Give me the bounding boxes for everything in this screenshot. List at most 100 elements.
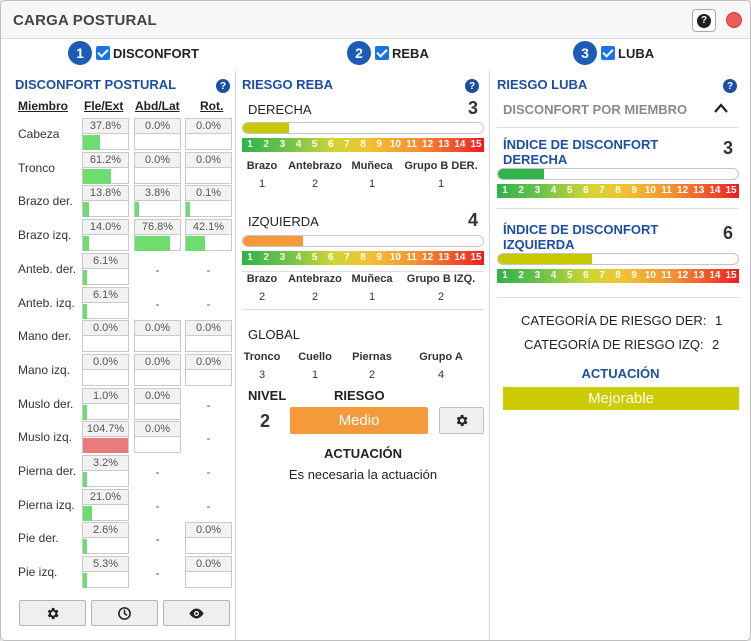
- abd-value: 0.0%: [135, 119, 180, 134]
- clock-icon: [118, 606, 131, 620]
- gear-icon: [456, 414, 468, 427]
- close-button[interactable]: [726, 12, 742, 28]
- abd-value: 3.8%: [135, 186, 180, 202]
- scale-tick: 15: [725, 270, 737, 281]
- row-label: Brazo izq.: [18, 228, 72, 243]
- scale-tick: 3: [534, 270, 541, 281]
- step-selector: 1 DISCONFORT 2 REBA 3 LUBA: [1, 39, 750, 67]
- fle-bar: [83, 505, 93, 521]
- fle-cell: 13.8%: [82, 185, 129, 218]
- fle-cell: 5.3%: [82, 556, 129, 589]
- rot-value: 0.0%: [186, 321, 231, 337]
- luba-izq-title-2: IZQUIERDA: [503, 237, 575, 252]
- luba-izq-title: ÍNDICE DE DISCONFORT IZQUIERDA: [503, 222, 658, 252]
- abd-value: 0.0%: [135, 152, 180, 168]
- abd-value: 0.0%: [135, 422, 180, 438]
- riesgo-value: Medio: [290, 407, 428, 434]
- fle-bar: [83, 539, 87, 555]
- luba-izq-bar: [497, 253, 739, 265]
- row-label: Mano izq.: [18, 362, 71, 377]
- help-button[interactable]: ?: [692, 9, 716, 32]
- reba-izquierda-fill: [243, 236, 303, 246]
- reba-derecha-fill: [243, 123, 289, 133]
- table-col-label: Grupo B DER.: [404, 160, 478, 172]
- history-button[interactable]: [91, 600, 158, 626]
- empty-abd-cell: -: [155, 532, 160, 547]
- fle-value: 5.3%: [83, 557, 128, 573]
- scale-tick: 12: [422, 139, 434, 150]
- step-label-luba: LUBA: [618, 45, 655, 61]
- disconfort-checkbox[interactable]: [96, 46, 110, 60]
- step-disconfort[interactable]: 1 DISCONFORT: [68, 41, 199, 65]
- scale-tick: 14: [454, 252, 466, 263]
- luba-checkbox[interactable]: [601, 46, 615, 60]
- scale-tick: 4: [550, 270, 557, 281]
- settings-button[interactable]: [19, 600, 86, 626]
- scale-tick: 13: [438, 252, 450, 263]
- luba-panel: RIESGO LUBA ? DISCONFORT POR MIEMBRO ÍND…: [491, 71, 750, 640]
- reba-global-label: GLOBAL: [248, 327, 301, 342]
- row-label: Mano der.: [18, 329, 72, 344]
- reba-actuacion-label: ACTUACIÓN: [324, 446, 402, 461]
- help-icon: ?: [697, 13, 711, 28]
- cat-izq-value: 2: [712, 337, 720, 352]
- table-col-label: Grupo B IZQ.: [406, 273, 476, 285]
- scale-tick: 10: [389, 139, 401, 150]
- reba-checkbox[interactable]: [375, 46, 389, 60]
- fle-bar: [83, 202, 90, 218]
- reba-izquierda-scale: 1 2 3 4 5 6 7 8 9 10 11 12 13 14 15: [242, 251, 484, 265]
- abd-cell: 0.0%: [134, 118, 181, 150]
- scale-tick: 10: [644, 185, 656, 196]
- empty-abd-cell: -: [155, 498, 160, 513]
- reba-settings-button[interactable]: [439, 407, 484, 434]
- abd-value: 0.0%: [135, 388, 180, 404]
- fle-cell: 61.2%: [82, 151, 129, 184]
- header-fle-ext: Fle/Ext: [84, 99, 124, 113]
- fle-cell: 37.8%: [82, 118, 129, 150]
- reba-izquierda-score: 4: [468, 210, 479, 230]
- scale-tick: 15: [470, 139, 482, 150]
- luba-actuacion-value: Mejorable: [503, 387, 739, 410]
- fle-value: 0.0%: [83, 354, 128, 370]
- luba-section-title: DISCONFORT POR MIEMBRO: [503, 102, 688, 117]
- abd-cell: 0.0%: [134, 151, 181, 184]
- abd-cell: 76.8%: [134, 219, 181, 252]
- view-button[interactable]: [163, 600, 230, 626]
- fle-value: 104.7%: [83, 422, 128, 438]
- eye-icon: [189, 608, 204, 618]
- step-reba[interactable]: 2 REBA: [347, 41, 429, 65]
- divider: [242, 309, 484, 310]
- step-luba[interactable]: 3 LUBA: [573, 41, 654, 65]
- scale-tick: 7: [599, 270, 605, 281]
- cat-der-value: 1: [715, 313, 723, 328]
- table-col-label: Grupo A: [419, 351, 463, 363]
- disconfort-help-icon[interactable]: ?: [216, 79, 230, 93]
- chevron-up-icon[interactable]: [714, 103, 728, 113]
- disconfort-panel: DISCONFORT POSTURAL ? Miembro Fle/Ext Ab…: [9, 71, 236, 640]
- fle-value: 21.0%: [83, 489, 128, 505]
- rot-value: 0.0%: [186, 557, 231, 573]
- fle-cell: 21.0%: [82, 488, 129, 521]
- scale-tick: 5: [566, 185, 573, 196]
- scale-tick: 10: [389, 252, 401, 263]
- luba-der-title: ÍNDICE DE DISCONFORT DERECHA: [503, 137, 658, 167]
- scale-tick: 1: [502, 270, 508, 281]
- abd-cell: 0.0%: [134, 320, 181, 353]
- scale-tick: 3: [279, 139, 286, 150]
- empty-rot-cell: -: [206, 465, 211, 479]
- fle-bar: [83, 404, 87, 420]
- reba-help-icon[interactable]: ?: [465, 79, 479, 93]
- fle-bar: [83, 438, 128, 454]
- fle-bar: [83, 303, 87, 319]
- luba-help-icon[interactable]: ?: [723, 79, 737, 93]
- fle-bar: [83, 236, 90, 252]
- scale-tick: 7: [344, 139, 350, 150]
- fle-bar: [83, 472, 87, 487]
- row-label: Pierna izq.: [18, 497, 75, 512]
- header-abd-lat: Abd/Lat: [135, 99, 180, 113]
- row-label: Brazo der.: [18, 194, 73, 209]
- nivel-label: NIVEL: [248, 388, 287, 403]
- abd-cell: 3.8%: [134, 185, 181, 218]
- scale-tick: 8: [615, 270, 621, 281]
- fle-cell: 6.1%: [82, 252, 129, 285]
